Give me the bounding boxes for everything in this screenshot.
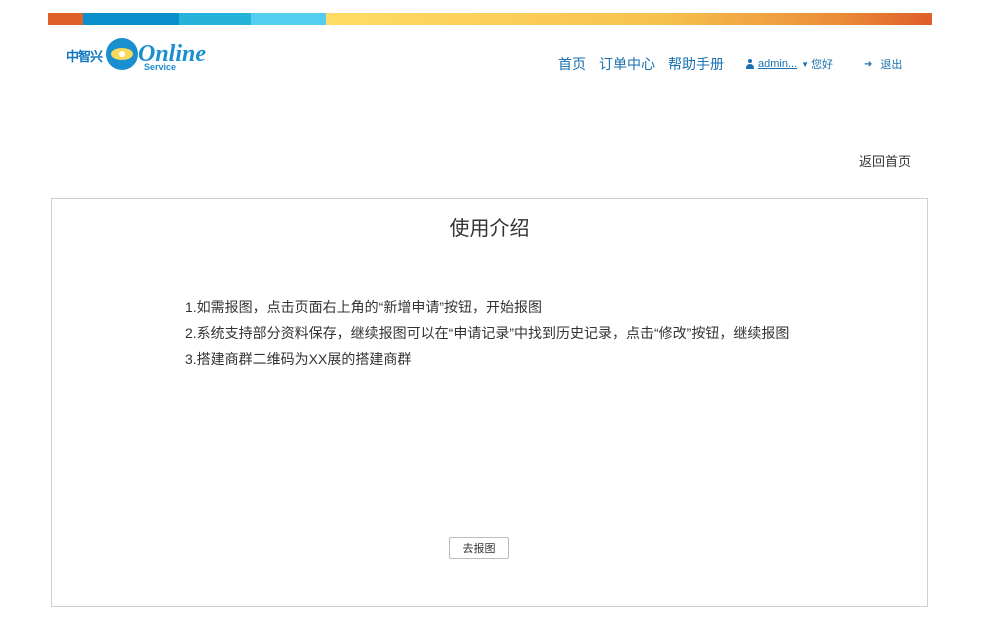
instructions: 1.如需报图，点击页面右上角的“新增申请”按钮，开始报图 2.系统支持部分资料保…	[185, 298, 855, 376]
user-greeting: 您好	[811, 59, 834, 71]
bar-segment-blue	[83, 13, 179, 25]
bar-segment-light-blue	[251, 13, 326, 25]
bar-segment-cyan	[179, 13, 251, 25]
back-home-link[interactable]: 返回首页	[859, 151, 911, 170]
user-name: admin...	[758, 58, 798, 70]
instruction-item: 3.搭建商群二维码为XX展的搭建商群	[185, 351, 412, 367]
instruction-item: 2.系统支持部分资料保存，继续报图可以在“申请记录”中找到历史记录，点击“修改”…	[185, 325, 790, 341]
nav-help-manual[interactable]: 帮助手册	[668, 54, 724, 74]
caret-down-icon: ▼	[801, 59, 810, 69]
logout-link[interactable]: ➜ 退出	[864, 56, 902, 72]
logout-icon: ➜	[864, 58, 873, 70]
instruction-item: 1.如需报图，点击页面右上角的“新增申请”按钮，开始报图	[185, 299, 542, 315]
nav-home[interactable]: 首页	[558, 54, 586, 74]
top-nav: 首页 订单中心 帮助手册 admin... ▼ 您好 ➜ 退出	[0, 54, 984, 74]
user-menu[interactable]: admin... ▼ 您好	[745, 56, 833, 72]
bar-segment-orange	[48, 13, 83, 25]
top-color-bar	[48, 13, 932, 25]
logout-label: 退出	[880, 59, 903, 71]
nav-order-center[interactable]: 订单中心	[599, 54, 655, 74]
panel-title: 使用介绍	[449, 218, 530, 240]
go-report-button[interactable]: 去报图	[449, 537, 509, 559]
intro-panel: 使用介绍 1.如需报图，点击页面右上角的“新增申请”按钮，开始报图 2.系统支持…	[51, 198, 928, 607]
bar-segment-gradient	[326, 13, 932, 25]
user-icon	[745, 59, 755, 69]
